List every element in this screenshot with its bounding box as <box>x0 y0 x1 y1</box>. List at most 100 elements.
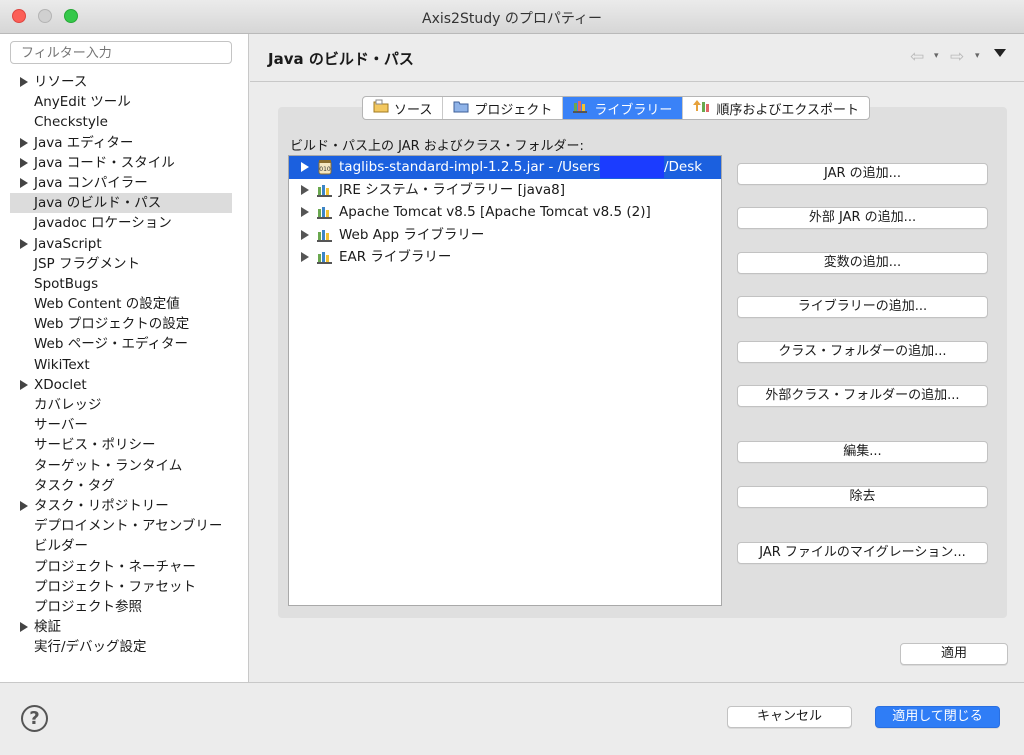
expand-arrow-icon[interactable] <box>20 77 28 87</box>
header-divider <box>250 81 1024 82</box>
sidebar-item[interactable]: Java コード・スタイル <box>0 153 248 173</box>
tab-libraries-label: ライブラリー <box>594 102 673 118</box>
expand-arrow-icon[interactable] <box>301 207 309 217</box>
sidebar-item[interactable]: サービス・ポリシー <box>0 435 248 455</box>
library-label: Web App ライブラリー <box>339 226 485 243</box>
help-icon[interactable]: ? <box>21 705 48 732</box>
order-export-icon <box>693 99 711 117</box>
sidebar-item[interactable]: デプロイメント・アセンブリー <box>0 516 248 536</box>
forward-dropdown-icon[interactable]: ▾ <box>975 51 980 61</box>
apply-button[interactable]: 適用 <box>900 643 1008 665</box>
tab-libraries[interactable]: ライブラリー <box>563 97 684 119</box>
sidebar-item[interactable]: Checkstyle <box>0 112 248 132</box>
library-icon <box>317 249 333 265</box>
sidebar-item-label: JSP フラグメント <box>34 255 140 272</box>
sidebar-item-label: デプロイメント・アセンブリー <box>34 518 223 535</box>
edit-button[interactable]: 編集... <box>737 441 988 463</box>
svg-text:010: 010 <box>319 166 331 173</box>
expand-arrow-icon[interactable] <box>20 177 28 188</box>
sidebar-item[interactable]: Web ページ・エディター <box>0 334 248 354</box>
sidebar-item[interactable]: ビルダー <box>0 536 248 556</box>
sidebar-item-label: Checkstyle <box>34 114 108 131</box>
filter-input[interactable] <box>10 41 232 64</box>
expand-arrow-icon[interactable] <box>20 500 28 511</box>
sidebar-item[interactable]: Web Content の設定値 <box>0 294 248 314</box>
library-row[interactable]: JRE システム・ライブラリー [java8] <box>289 179 721 202</box>
expand-arrow-icon[interactable] <box>20 157 28 168</box>
sidebar-item[interactable]: Java エディター <box>0 133 248 153</box>
sidebar-item[interactable]: ターゲット・ランタイム <box>0 456 248 476</box>
sidebar-item-label: プロジェクト参照 <box>34 598 142 615</box>
sidebar-item[interactable]: WikiText <box>0 355 248 375</box>
sidebar-item[interactable]: JSP フラグメント <box>0 254 248 274</box>
tab-source[interactable]: ソース <box>363 97 444 119</box>
sidebar-item[interactable]: Java のビルド・パス <box>10 193 232 214</box>
sidebar-item[interactable]: タスク・リポジトリー <box>0 496 248 516</box>
add-library-button[interactable]: ライブラリーの追加... <box>737 296 988 318</box>
project-folder-icon <box>453 99 469 117</box>
expand-arrow-icon[interactable] <box>20 379 28 390</box>
expand-arrow-icon[interactable] <box>301 252 309 262</box>
sidebar-item[interactable]: Java コンパイラー <box>0 173 248 193</box>
apply-and-close-button[interactable]: 適用して閉じる <box>875 706 1000 728</box>
sidebar-item[interactable]: Javadoc ロケーション <box>0 213 248 233</box>
sidebar-item[interactable]: XDoclet <box>0 375 248 395</box>
sidebar-item[interactable]: SpotBugs <box>0 274 248 294</box>
add-jar-button[interactable]: JAR の追加... <box>737 163 988 185</box>
migrate-jar-button[interactable]: JAR ファイルのマイグレーション... <box>737 542 988 564</box>
tab-source-label: ソース <box>394 102 433 118</box>
view-menu-icon[interactable] <box>994 49 1006 57</box>
jar-icon: 010 <box>317 159 333 175</box>
expand-arrow-icon[interactable] <box>301 229 309 240</box>
library-row[interactable]: Apache Tomcat v8.5 [Apache Tomcat v8.5 (… <box>289 201 721 224</box>
sidebar-item[interactable]: プロジェクト・ファセット <box>0 577 248 597</box>
main-panel: Java のビルド・パス ⇦ ▾ ⇨ ▾ ソース プロジェクト ライブラリー 順… <box>250 34 1024 682</box>
add-external-class-folder-button[interactable]: 外部クラス・フォルダーの追加... <box>737 385 988 407</box>
expand-arrow-icon[interactable] <box>20 238 28 249</box>
library-list-label: ビルド・パス上の JAR およびクラス・フォルダー: <box>290 139 584 154</box>
sidebar-item-label: タスク・タグ <box>34 477 115 494</box>
sidebar-item[interactable]: プロジェクト・ネーチャー <box>0 557 248 577</box>
sidebar-item[interactable]: Web プロジェクトの設定 <box>0 314 248 334</box>
sidebar-item[interactable]: カバレッジ <box>0 395 248 415</box>
expand-arrow-icon[interactable] <box>301 184 309 195</box>
sidebar: リソース AnyEdit ツール Checkstyle Java エディター Java … <box>0 34 249 682</box>
sidebar-item[interactable]: リソース <box>0 72 248 92</box>
tab-order-export[interactable]: 順序およびエクスポート <box>683 97 869 119</box>
library-list[interactable]: 010 taglibs-standard-impl-1.2.5.jar - /Us… <box>288 155 722 606</box>
tab-projects[interactable]: プロジェクト <box>443 97 564 119</box>
sidebar-item[interactable]: JavaScript <box>0 234 248 254</box>
expand-arrow-icon[interactable] <box>20 622 28 633</box>
sidebar-item-label: リソース <box>34 74 88 90</box>
library-icon <box>317 227 333 243</box>
expand-arrow-icon[interactable] <box>20 137 28 148</box>
back-arrow-icon[interactable]: ⇦ <box>910 47 924 67</box>
library-row[interactable]: 010 taglibs-standard-impl-1.2.5.jar - /Us… <box>289 156 721 179</box>
sidebar-item-label: Java コンパイラー <box>34 174 148 191</box>
library-row[interactable]: Web App ライブラリー <box>289 224 721 247</box>
tab-order-export-label: 順序およびエクスポート <box>716 102 860 118</box>
library-label: JRE システム・ライブラリー [java8] <box>339 181 565 198</box>
library-label: Apache Tomcat v8.5 [Apache Tomcat v8.5 (… <box>339 204 651 220</box>
sidebar-item[interactable]: プロジェクト参照 <box>0 597 248 617</box>
sidebar-item-label: カバレッジ <box>34 397 102 413</box>
cancel-button[interactable]: キャンセル <box>727 706 852 728</box>
back-dropdown-icon[interactable]: ▾ <box>934 51 939 61</box>
window-title: Axis2Study のプロパティー <box>422 11 602 27</box>
sidebar-item[interactable]: サーバー <box>0 415 248 435</box>
add-external-jar-button[interactable]: 外部 JAR の追加... <box>737 207 988 229</box>
sidebar-item-label: AnyEdit ツール <box>34 94 131 111</box>
sidebar-item-label: タスク・リポジトリー <box>34 497 169 514</box>
sidebar-item[interactable]: AnyEdit ツール <box>0 92 248 112</box>
remove-button[interactable]: 除去 <box>737 486 988 508</box>
sidebar-item[interactable]: 検証 <box>0 617 248 637</box>
expand-arrow-icon[interactable] <box>301 162 309 172</box>
forward-arrow-icon[interactable]: ⇨ <box>950 47 964 67</box>
sidebar-item[interactable]: タスク・タグ <box>0 476 248 496</box>
library-label: EAR ライブラリー <box>339 249 452 265</box>
tab-projects-label: プロジェクト <box>474 102 553 118</box>
add-variable-button[interactable]: 変数の追加... <box>737 252 988 274</box>
sidebar-item[interactable]: 実行/デバッグ設定 <box>0 637 248 657</box>
add-class-folder-button[interactable]: クラス・フォルダーの追加... <box>737 341 988 363</box>
library-row[interactable]: EAR ライブラリー <box>289 246 721 269</box>
